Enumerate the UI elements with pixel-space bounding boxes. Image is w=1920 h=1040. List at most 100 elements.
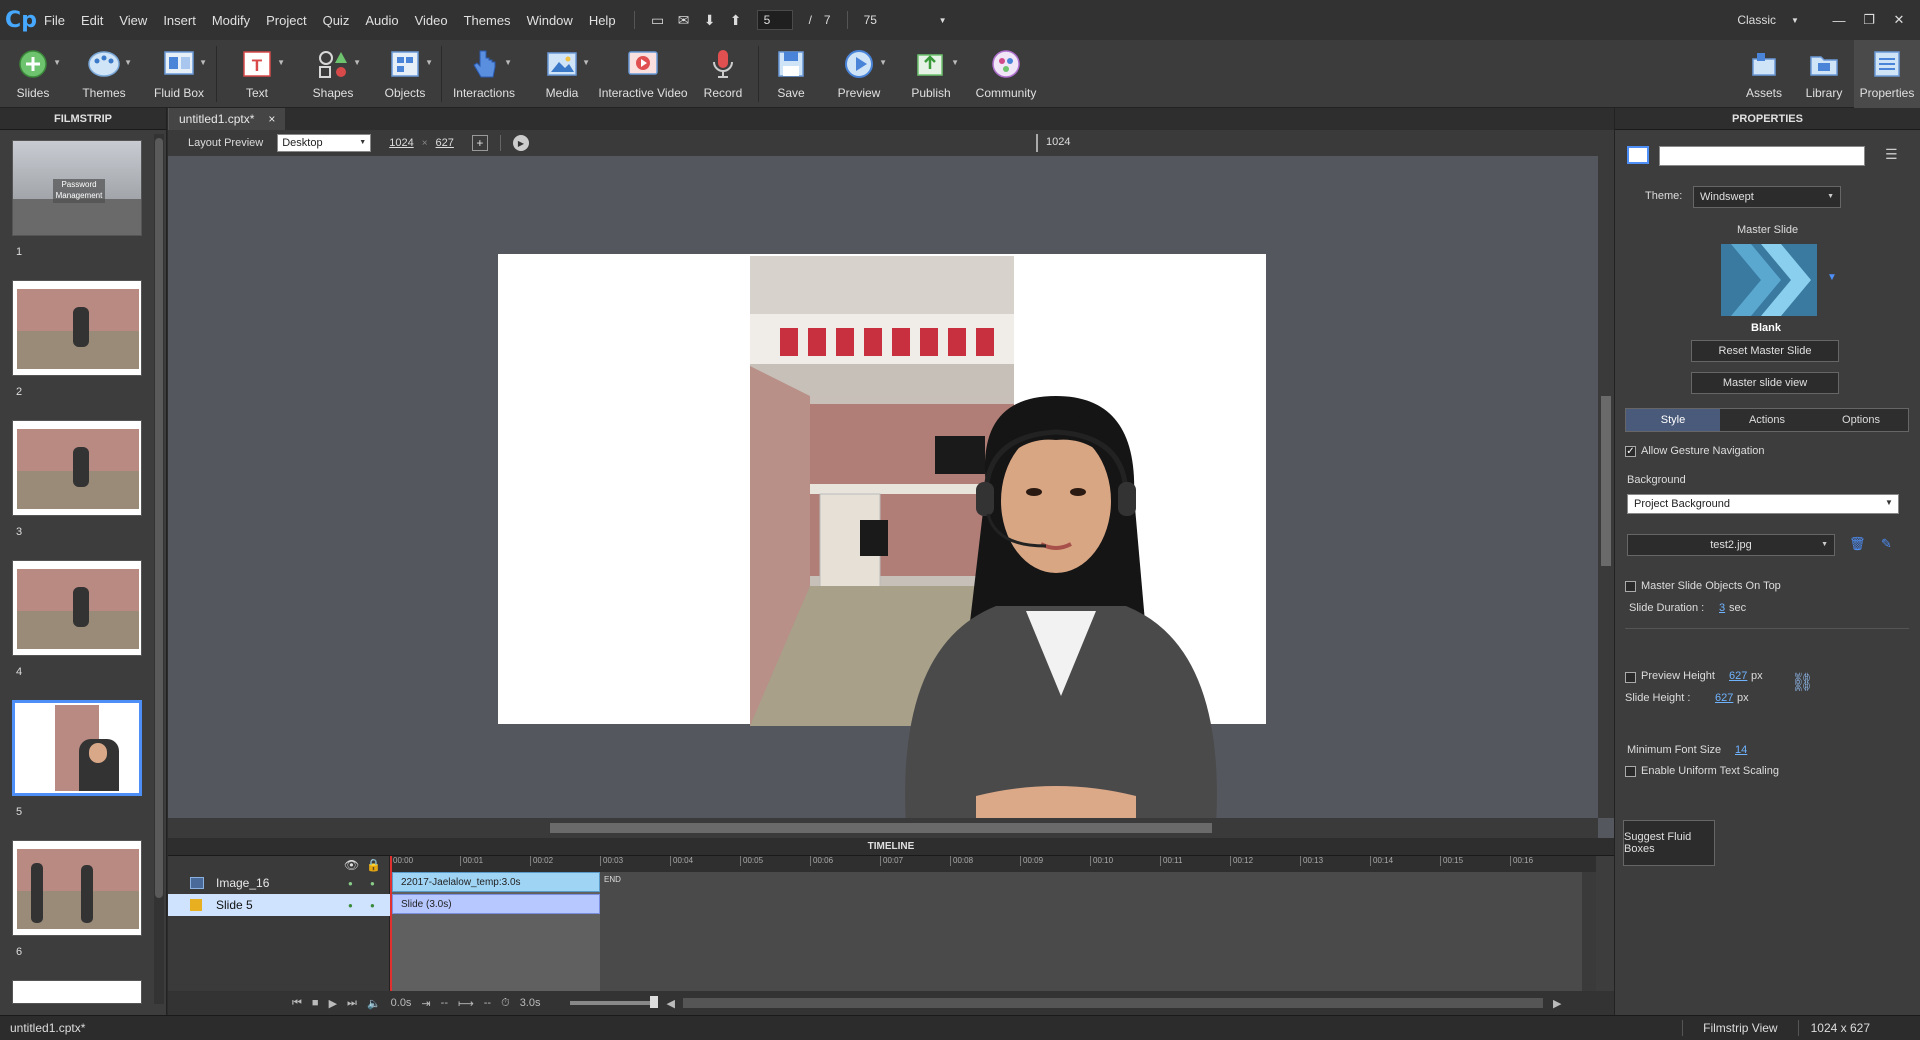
zoom-slider[interactable] [570, 996, 659, 1008]
mail-icon[interactable]: ✉ [673, 9, 695, 31]
zoom-slider-thumb[interactable] [650, 996, 659, 1008]
save-button[interactable]: Save [759, 40, 823, 108]
timeline-hscroll[interactable] [682, 998, 1543, 1008]
timeline-row-image[interactable]: Image_16 ● ● [168, 872, 390, 894]
scroll-left-icon[interactable]: ◀ [666, 997, 674, 1010]
panel-menu-icon[interactable]: ☰ [1885, 146, 1898, 163]
arrow-up-icon[interactable]: ⬆ [725, 9, 747, 31]
theme-select[interactable]: Windswept [1693, 186, 1841, 208]
menu-help[interactable]: Help [581, 0, 624, 40]
chevron-down-icon[interactable]: ▼ [1885, 498, 1893, 507]
master-objects-on-top-checkbox[interactable] [1625, 581, 1636, 592]
skip-end-icon[interactable]: ⏭ [347, 997, 357, 1010]
slide-duration-value[interactable]: 3 [1719, 602, 1725, 614]
menu-quiz[interactable]: Quiz [315, 0, 358, 40]
add-breakpoint-icon[interactable]: + [471, 135, 488, 151]
media-button[interactable]: ▼ Media [526, 40, 598, 108]
menu-project[interactable]: Project [258, 0, 314, 40]
chevron-down-icon[interactable]: ▼ [932, 9, 954, 31]
preview-height-value[interactable]: 627 [1729, 670, 1747, 682]
shapes-button[interactable]: ▼ Shapes [297, 40, 369, 108]
document-tab[interactable]: untitled1.cptx* × [168, 108, 286, 130]
tab-options[interactable]: Options [1814, 409, 1908, 431]
menu-file[interactable]: File [36, 0, 73, 40]
preview-height-checkbox[interactable] [1625, 672, 1636, 683]
zoom-value[interactable]: 75 [864, 13, 924, 27]
menu-audio[interactable]: Audio [357, 0, 406, 40]
current-slide-field[interactable]: 5 [756, 10, 793, 30]
menu-insert[interactable]: Insert [155, 0, 204, 40]
themes-button[interactable]: ▼ Themes [66, 40, 142, 108]
stage-vertical-scrollbar[interactable] [1598, 156, 1614, 818]
stage-horizontal-scrollbar[interactable] [168, 818, 1598, 838]
tab-style[interactable]: Style [1626, 409, 1720, 431]
visibility-dot[interactable]: ● [348, 901, 353, 910]
slide-name-input[interactable] [1659, 146, 1865, 166]
properties-button[interactable]: Properties [1854, 40, 1920, 108]
visibility-dot[interactable]: ● [348, 879, 353, 888]
play-preview-icon[interactable]: ▶ [512, 135, 529, 151]
breakpoint-marker[interactable] [1036, 134, 1038, 152]
suggest-fluid-boxes-button[interactable]: Suggest Fluid Boxes [1623, 820, 1715, 866]
slides-button[interactable]: ▼ Slides [0, 40, 66, 108]
timeline-row-slide[interactable]: Slide 5 ● ● [168, 894, 390, 916]
lock-dot[interactable]: ● [370, 879, 375, 888]
objects-button[interactable]: ▼ Objects [369, 40, 441, 108]
preview-width[interactable]: 1024 [389, 137, 413, 149]
menu-themes[interactable]: Themes [456, 0, 519, 40]
workspace-switcher[interactable]: Classic [1737, 13, 1776, 27]
rewind-icon[interactable]: ⏮ [292, 997, 302, 1010]
filmstrip-scroll-thumb[interactable] [155, 138, 163, 898]
lock-dot[interactable]: ● [370, 901, 375, 910]
slide-thumbnail-5[interactable] [12, 700, 142, 796]
close-icon[interactable]: ✕ [1884, 5, 1914, 35]
slide-timeline-bar[interactable]: Slide (3.0s) [392, 894, 600, 914]
slide-style-icon[interactable] [1627, 146, 1649, 164]
close-tab-icon[interactable]: × [268, 112, 275, 126]
interactive-video-button[interactable]: Interactive Video [598, 40, 688, 108]
preview-height[interactable]: 627 [436, 137, 454, 149]
background-image-field[interactable]: test2.jpg [1627, 534, 1835, 556]
slide-thumbnail-3[interactable] [12, 420, 142, 516]
stop-icon[interactable]: ■ [312, 997, 319, 1009]
lock-icon[interactable]: 🔒 [366, 858, 381, 872]
timeline-grid[interactable]: 00:00 00:01 00:02 00:03 00:04 00:05 00:0… [390, 856, 1596, 991]
maximize-icon[interactable]: ❐ [1854, 5, 1884, 35]
background-select[interactable]: Project Background [1627, 494, 1899, 514]
text-button[interactable]: T ▼ Text [217, 40, 297, 108]
image-timeline-bar[interactable]: 22017-Jaelalow_temp:3.0s [392, 872, 600, 892]
presenter-image[interactable] [876, 396, 1246, 818]
timeline-vscroll[interactable] [1582, 872, 1596, 991]
arrow-down-icon[interactable]: ⬇ [699, 9, 721, 31]
scroll-right-icon[interactable]: ▶ [1553, 997, 1561, 1010]
record-button[interactable]: Record [688, 40, 758, 108]
slide-thumbnail-6[interactable] [12, 840, 142, 936]
tab-actions[interactable]: Actions [1720, 409, 1814, 431]
min-font-size-value[interactable]: 14 [1735, 744, 1747, 756]
master-slide-thumbnail[interactable] [1721, 244, 1817, 316]
menu-edit[interactable]: Edit [73, 0, 111, 40]
link-icon[interactable]: ⛓ [1791, 672, 1814, 693]
publish-button[interactable]: ▼ Publish [895, 40, 967, 108]
pencil-icon[interactable]: ✎ [1881, 536, 1892, 552]
menu-view[interactable]: View [111, 0, 155, 40]
audio-icon[interactable]: 🔈 [367, 997, 381, 1010]
preview-button[interactable]: ▼ Preview [823, 40, 895, 108]
slide-height-value[interactable]: 627 [1715, 692, 1733, 704]
eye-icon[interactable]: 👁 [344, 858, 359, 872]
timeline-ruler[interactable]: 00:00 00:01 00:02 00:03 00:04 00:05 00:0… [390, 856, 1596, 872]
chevron-down-icon[interactable]: ▼ [1784, 9, 1806, 31]
play-icon[interactable]: ▶ [329, 997, 337, 1010]
device-select[interactable]: Desktop [277, 134, 372, 152]
assets-button[interactable]: Assets [1734, 40, 1794, 108]
slide-thumbnail-2[interactable] [12, 280, 142, 376]
master-slide-view-button[interactable]: Master slide view [1691, 372, 1839, 394]
master-dropdown-icon[interactable]: ▼ [1827, 272, 1837, 283]
menu-window[interactable]: Window [519, 0, 581, 40]
community-button[interactable]: Community [967, 40, 1045, 108]
menu-modify[interactable]: Modify [204, 0, 258, 40]
reset-master-slide-button[interactable]: Reset Master Slide [1691, 340, 1839, 362]
library-button[interactable]: Library [1794, 40, 1854, 108]
comment-icon[interactable]: ▭ [647, 9, 669, 31]
minimize-icon[interactable]: — [1824, 5, 1854, 35]
